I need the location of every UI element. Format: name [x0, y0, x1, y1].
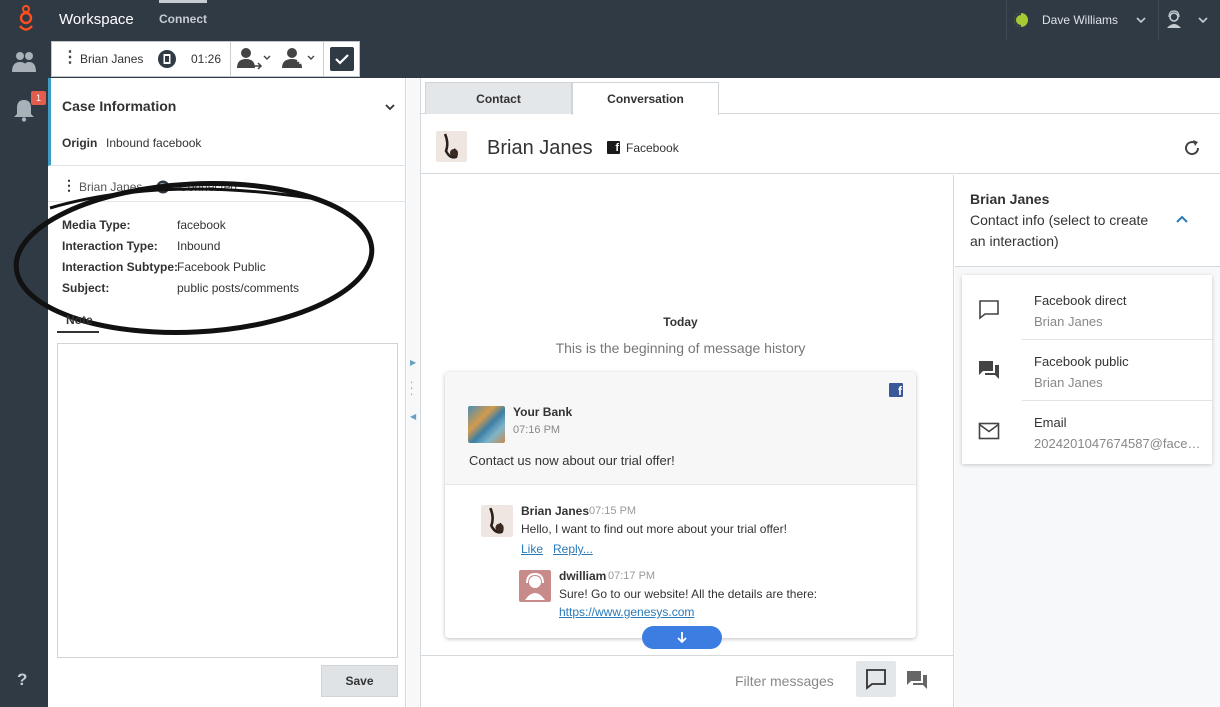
day-divider: Today — [663, 315, 698, 329]
transfer-icon[interactable] — [236, 47, 272, 71]
contact-info-name: Brian Janes — [970, 191, 1050, 207]
channel-title: Facebook direct — [1034, 293, 1127, 308]
comment-author: Brian Janes — [521, 504, 590, 518]
facebook-icon: f — [607, 141, 620, 154]
contact-photo-icon — [489, 507, 504, 534]
tab-connect[interactable]: Connect — [159, 0, 207, 26]
conference-icon[interactable] — [280, 47, 316, 71]
reply-link[interactable]: Reply... — [553, 542, 593, 556]
post-text: Contact us now about our trial offer! — [469, 453, 675, 468]
agent-avatar — [519, 570, 551, 602]
collapse-left-icon[interactable]: ◀ — [410, 412, 416, 421]
contact-photo-icon — [443, 133, 458, 159]
avatar — [481, 505, 513, 537]
filter-direct-button[interactable] — [856, 661, 896, 697]
channel-subtitle: Brian Janes — [1034, 375, 1103, 390]
notification-badge: 1 — [31, 91, 46, 105]
channel-title: Facebook public — [1034, 354, 1129, 369]
more-options-icon[interactable]: ⋮ — [62, 50, 78, 66]
chevron-up-icon[interactable] — [1174, 212, 1190, 228]
chevron-down-icon[interactable] — [1135, 14, 1147, 26]
drag-handle-icon[interactable]: ⁚ ⁚ — [410, 382, 413, 398]
check-icon — [335, 54, 349, 65]
contact-avatar — [436, 131, 467, 162]
expand-right-icon[interactable]: ▶ — [410, 358, 416, 367]
forum-icon — [979, 361, 999, 379]
help-icon[interactable]: ? — [17, 670, 27, 690]
case-document-icon — [158, 50, 176, 68]
left-rail — [0, 40, 48, 707]
filter-public-button[interactable] — [901, 661, 933, 697]
chevron-down-icon[interactable] — [1197, 14, 1209, 26]
comment-author: dwilliam — [559, 569, 607, 583]
channel-title: Email — [1034, 415, 1067, 430]
origin-label: Origin — [62, 136, 98, 150]
contacts-icon[interactable] — [11, 50, 37, 74]
forum-icon — [907, 671, 927, 689]
toolbar-divider — [230, 42, 231, 76]
note-tab-label: Note — [66, 313, 93, 327]
post-time: 07:16 PM — [513, 424, 561, 436]
case-title: Case Information — [62, 98, 177, 114]
case-header — [48, 78, 406, 166]
comment-text: Sure! Go to our website! All the details… — [559, 587, 818, 601]
chevron-down-icon[interactable] — [383, 100, 397, 114]
note-input[interactable] — [57, 343, 398, 658]
website-link[interactable]: https://www.genesys.com — [559, 605, 694, 619]
filter-messages-label: Filter messages — [735, 673, 834, 689]
interaction-contact-name[interactable]: Brian Janes — [80, 52, 143, 66]
like-link[interactable]: Like — [521, 542, 543, 556]
page-avatar — [468, 406, 505, 443]
facebook-icon: f — [889, 383, 903, 397]
refresh-icon[interactable] — [1182, 138, 1202, 158]
user-name: Dave Williams — [1042, 13, 1119, 27]
channel-label: Facebook — [626, 141, 679, 155]
conversation-contact-name: Brian Janes — [487, 137, 593, 159]
arrow-down-icon — [677, 632, 687, 644]
channel-subtitle: 2024201047674587@facebook.com — [1034, 436, 1204, 451]
chat-bubble-icon — [866, 669, 886, 690]
status-indicator-icon — [1014, 13, 1028, 27]
toolbar-divider — [323, 42, 324, 76]
mark-done-button[interactable] — [330, 47, 354, 71]
comment-text: Hello, I want to find out more about you… — [521, 522, 787, 536]
post-author: Your Bank — [513, 405, 573, 419]
app-title: Workspace — [59, 11, 134, 28]
history-start-label: This is the beginning of message history — [555, 340, 806, 356]
interaction-timer: 01:26 — [191, 52, 222, 66]
origin-value: Inbound facebook — [106, 136, 202, 150]
agent-headset-icon — [525, 572, 545, 600]
channel-subtitle: Brian Janes — [1034, 314, 1103, 329]
save-button[interactable]: Save — [321, 665, 398, 697]
contact-info-subtitle: Contact info (select to create an intera… — [970, 212, 1149, 249]
agent-headset-icon[interactable] — [1164, 10, 1184, 30]
genesys-logo-icon — [19, 5, 33, 31]
scroll-to-bottom-button[interactable] — [642, 626, 722, 649]
comment-time: 07:17 PM — [608, 570, 656, 582]
chat-bubble-icon — [979, 300, 999, 320]
tab-conversation[interactable]: Conversation — [572, 82, 719, 115]
tab-contact[interactable]: Contact — [425, 82, 572, 114]
comment-time: 07:15 PM — [589, 505, 637, 517]
mail-icon — [978, 422, 1000, 440]
